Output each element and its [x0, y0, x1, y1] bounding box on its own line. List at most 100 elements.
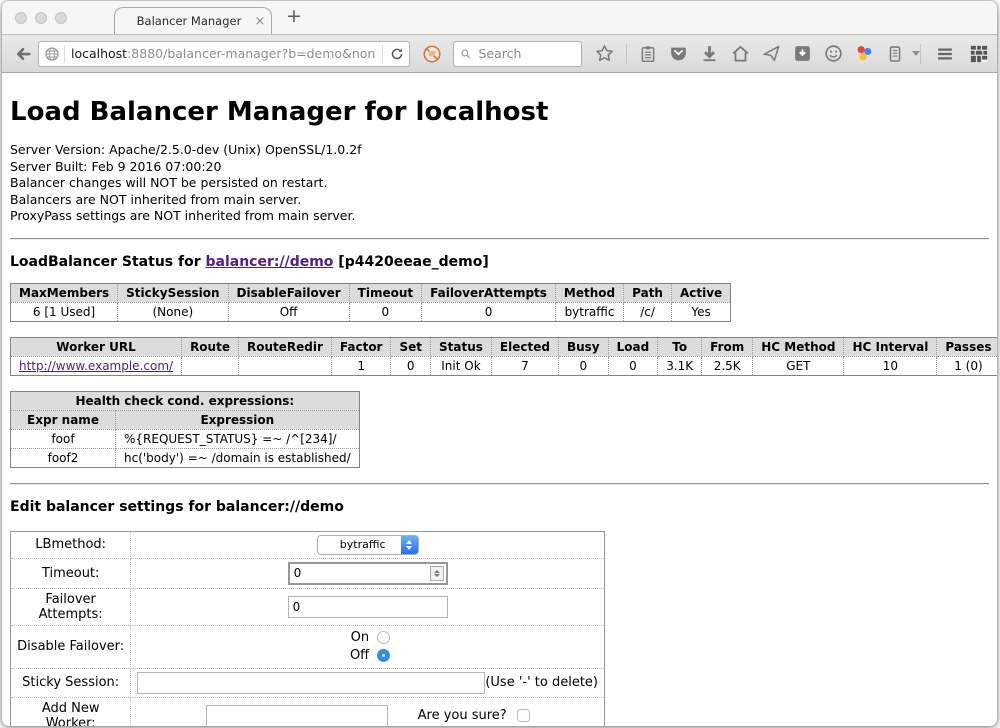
menu-hamburger-icon[interactable] [935, 44, 955, 64]
cell: (None) [118, 302, 228, 321]
sticky-session-label: Sticky Session: [11, 668, 131, 697]
cell: Off [228, 302, 349, 321]
column-header: Path [624, 283, 672, 302]
lbmethod-selected-value: bytraffic [318, 536, 401, 554]
zoom-button[interactable] [55, 12, 67, 24]
server-version-line: Server Version: Apache/2.5.0-dev (Unix) … [10, 142, 989, 159]
number-spinner-icon[interactable] [430, 566, 444, 581]
cell [182, 356, 239, 375]
reading-list-icon[interactable] [639, 45, 657, 63]
balancer-demo-link[interactable]: balancer://demo [206, 254, 334, 270]
status-heading-suffix: [p4420eeae_demo] [333, 254, 488, 270]
radio-off-label: Off [345, 647, 369, 665]
server-info: Server Version: Apache/2.5.0-dev (Unix) … [10, 142, 989, 225]
health-check-table: Health check cond. expressions: Expr nam… [10, 391, 360, 468]
add-worker-input[interactable] [206, 705, 388, 727]
content-blocked-icon[interactable] [422, 44, 442, 64]
lbmethod-select[interactable]: bytraffic [317, 535, 419, 555]
bookmark-star-icon[interactable] [595, 44, 614, 63]
new-tab-button[interactable]: + [286, 5, 302, 27]
close-button[interactable] [15, 12, 27, 24]
column-header: HC Interval [844, 337, 937, 356]
url-bar[interactable]: localhost:8880/balancer-manager?b=demo&n… [38, 41, 410, 67]
column-header: StickySession [118, 283, 228, 302]
cell: 3.1K [658, 356, 702, 375]
cell: 2.5K [702, 356, 753, 375]
column-header: RouteRedir [238, 337, 331, 356]
cell-expr-name: foof2 [11, 448, 116, 467]
column-header: Status [431, 337, 492, 356]
cell: 0 [349, 302, 421, 321]
table-header-row: MaxMembers StickySession DisableFailover… [11, 283, 731, 302]
inherit-note-line: Balancers are NOT inherited from main se… [10, 192, 989, 209]
table-row: 6 [1 Used] (None) Off 0 0 bytraffic /c/ … [11, 302, 731, 321]
status-heading-prefix: LoadBalancer Status for [10, 254, 206, 270]
column-header: HC Method [753, 337, 844, 356]
form-row-sticky-session: Sticky Session: (Use '-' to delete) [11, 668, 605, 697]
back-button[interactable] [10, 44, 36, 64]
url-input[interactable]: localhost:8880/balancer-manager?b=demo&n… [71, 46, 375, 61]
table-header-row: Worker URL Route RouteRedir Factor Set S… [11, 337, 998, 356]
send-tab-icon[interactable] [762, 44, 781, 63]
column-header: FailoverAttempts [422, 283, 556, 302]
form-row-add-worker: Add New Worker: Are you sure? [11, 697, 605, 726]
panel-download-icon[interactable] [793, 44, 812, 63]
browser-window: Balancer Manager × + localhost:8880/bala… [2, 1, 997, 726]
health-table-title: Health check cond. expressions: [11, 391, 360, 410]
timeout-input[interactable] [288, 562, 448, 585]
globe-icon [44, 46, 60, 62]
select-stepper-icon [401, 536, 418, 554]
identity-separator [64, 45, 65, 63]
table-header-row: Expr name Expression [11, 410, 360, 429]
chevron-down-icon[interactable] [912, 51, 920, 56]
cell: 0 [608, 356, 658, 375]
cell: /c/ [624, 302, 672, 321]
tab-balancer-manager[interactable]: Balancer Manager × [114, 7, 272, 34]
column-header: Expression [116, 410, 360, 429]
add-worker-label: Add New Worker: [11, 697, 131, 726]
sticky-session-input[interactable] [137, 672, 485, 694]
table-row: http://www.example.com/ 1 0 Init Ok 7 0 … [11, 356, 998, 375]
sidebar-panel-icon[interactable] [886, 45, 904, 63]
radio-on-label: On [345, 629, 369, 647]
tab-close-icon[interactable]: × [249, 14, 271, 29]
pocket-icon[interactable] [669, 44, 688, 63]
reload-separator [382, 45, 383, 63]
search-box[interactable] [453, 41, 582, 67]
timeout-label: Timeout: [11, 558, 131, 588]
failover-attempts-input[interactable] [288, 596, 448, 618]
form-row-failover-attempts: Failover Attempts: [11, 588, 605, 625]
colors-extension-icon[interactable] [855, 44, 874, 63]
cell: 6 [1 Used] [11, 302, 118, 321]
divider [10, 483, 989, 485]
screengrab-extension-icon[interactable] [969, 44, 989, 64]
feedback-smiley-icon[interactable] [824, 44, 843, 63]
server-built-line: Server Built: Feb 9 2016 07:00:20 [10, 159, 989, 176]
cell: 0 [558, 356, 608, 375]
cell: 7 [491, 356, 558, 375]
are-you-sure-checkbox[interactable] [517, 709, 530, 722]
disable-failover-on-radio[interactable] [377, 631, 390, 644]
minimize-button[interactable] [35, 12, 47, 24]
reload-icon[interactable] [390, 47, 404, 61]
form-row-disable-failover: Disable Failover: On Off [11, 625, 605, 668]
worker-url-link[interactable]: http://www.example.com/ [19, 359, 173, 373]
balancer-settings-form: LBmethod: bytraffic Timeout: [10, 531, 605, 727]
page-title: Load Balancer Manager for localhost [10, 97, 989, 127]
download-icon[interactable] [700, 44, 719, 63]
column-header: To [658, 337, 702, 356]
divider [10, 238, 989, 240]
edit-settings-heading: Edit balancer settings for balancer://de… [10, 499, 989, 515]
column-header: Passes [937, 337, 997, 356]
tab-bar: Balancer Manager × + [2, 1, 997, 35]
disable-failover-off-radio[interactable] [377, 649, 390, 662]
cell [238, 356, 331, 375]
home-icon[interactable] [731, 44, 750, 63]
column-header: Active [671, 283, 730, 302]
page-content: Load Balancer Manager for localhost Serv… [2, 73, 997, 726]
column-header: MaxMembers [11, 283, 118, 302]
search-input[interactable] [476, 45, 575, 62]
proxypass-note-line: ProxyPass settings are NOT inherited fro… [10, 208, 989, 225]
table-row: foof2 hc('body') =~ /domain is establish… [11, 448, 360, 467]
toolbar-separator [626, 44, 627, 64]
